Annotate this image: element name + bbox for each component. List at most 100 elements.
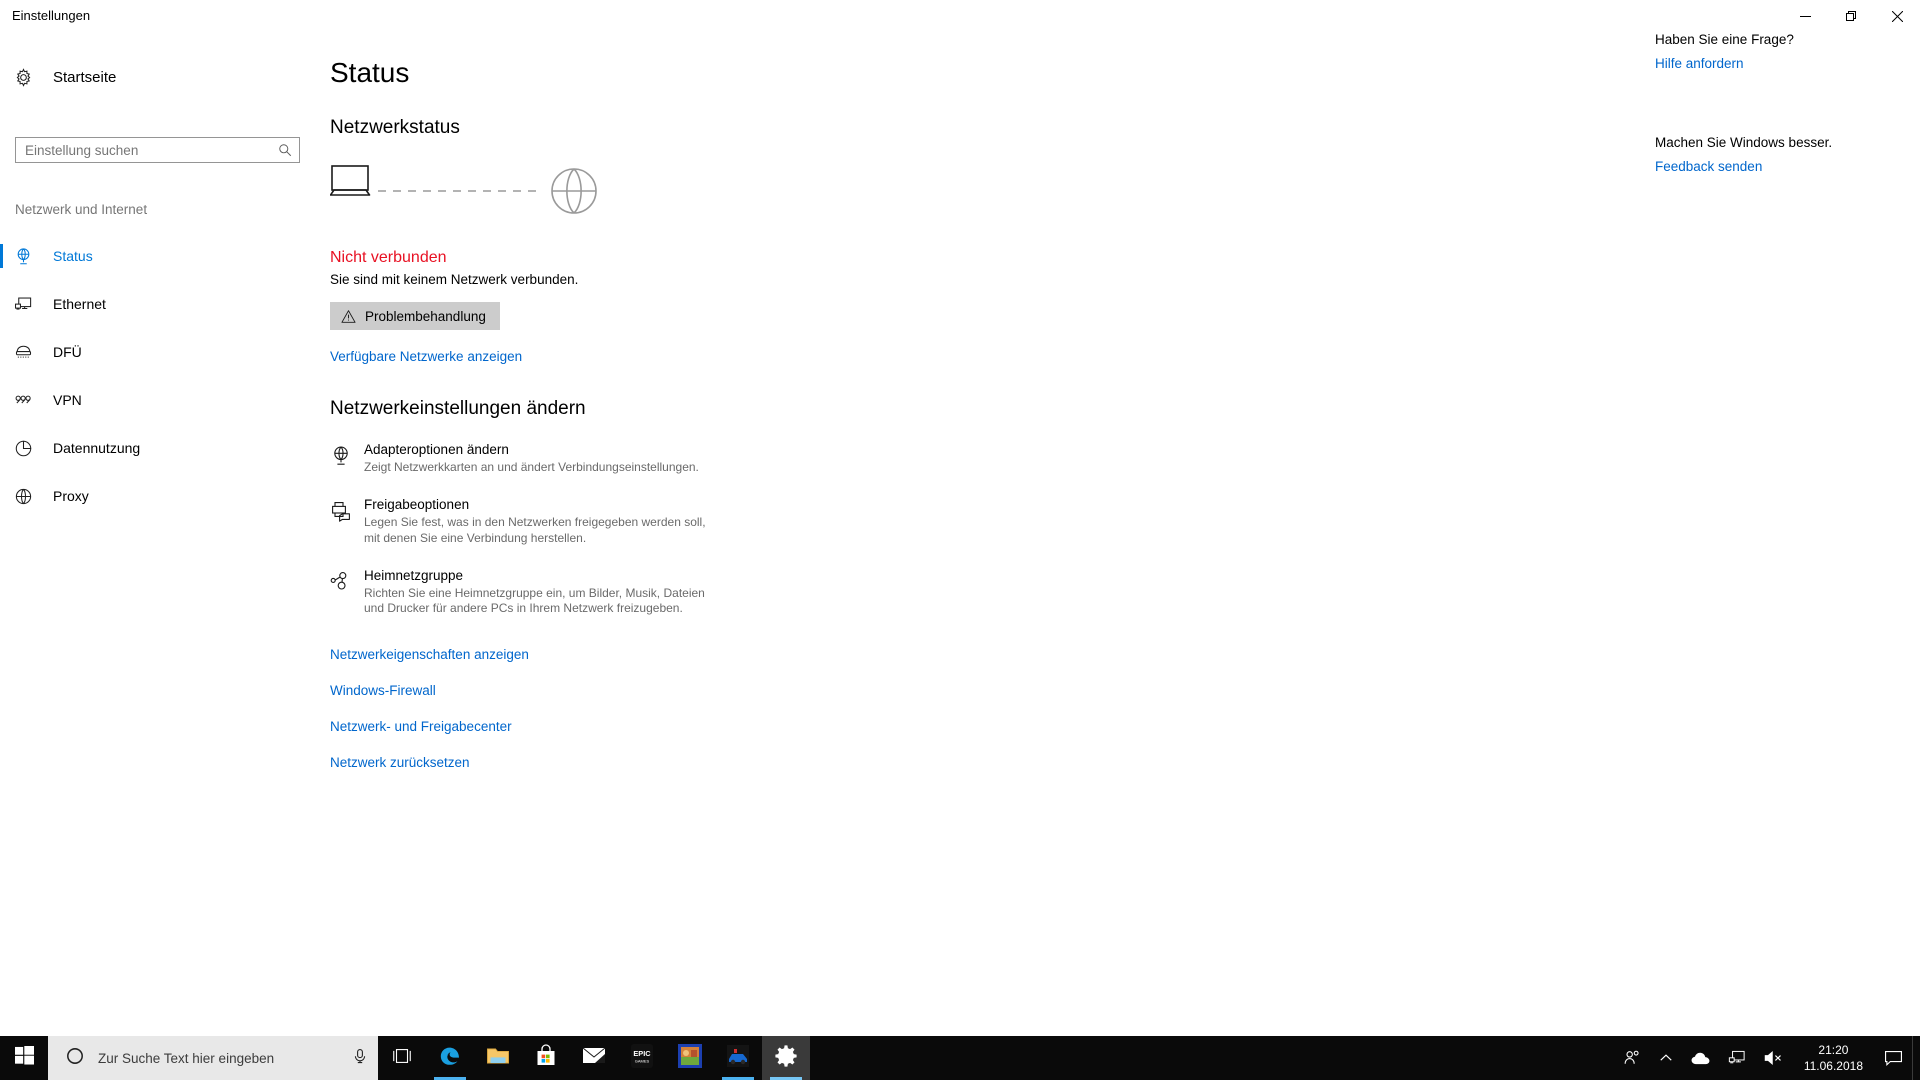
cortana-circle-icon bbox=[66, 1047, 84, 1070]
sidebar-item-home[interactable]: Startseite bbox=[0, 57, 330, 97]
sidebar-item-label: Status bbox=[53, 248, 93, 264]
connection-status-detail: Sie sind mit keinem Netzwerk verbunden. bbox=[330, 272, 579, 287]
taskbar-mail-button[interactable] bbox=[570, 1036, 618, 1080]
search-icon[interactable] bbox=[271, 138, 299, 162]
troubleshoot-button[interactable]: Problembehandlung bbox=[330, 302, 500, 330]
taskbar-edge-button[interactable] bbox=[426, 1036, 474, 1080]
clock-date: 11.06.2018 bbox=[1803, 1059, 1863, 1073]
homegroup-icon bbox=[330, 568, 364, 617]
setting-homegroup[interactable]: Heimnetzgruppe Richten Sie eine Heimnetz… bbox=[330, 568, 1590, 617]
globe-network-icon bbox=[14, 247, 46, 266]
sidebar-nav: Status Ethernet DFÜ VPN Datennutzung Pro… bbox=[0, 232, 330, 520]
network-status-diagram bbox=[330, 161, 630, 227]
connection-status: Nicht verbunden bbox=[330, 249, 447, 266]
page-title: Status bbox=[330, 57, 410, 88]
svg-text:EPIC: EPIC bbox=[633, 1049, 651, 1058]
mail-envelope-icon bbox=[582, 1046, 606, 1070]
folder-icon bbox=[486, 1045, 510, 1072]
sidebar-item-dfue[interactable]: DFÜ bbox=[0, 328, 330, 376]
sidebar-item-status[interactable]: Status bbox=[0, 232, 330, 280]
view-network-properties-link[interactable]: Netzwerkeigenschaften anzeigen bbox=[330, 647, 1590, 662]
search-input[interactable] bbox=[16, 138, 271, 162]
taskbar-search-placeholder: Zur Suche Text hier eingeben bbox=[98, 1050, 275, 1066]
sidebar-item-label: Ethernet bbox=[53, 296, 106, 312]
ethernet-icon[interactable] bbox=[1719, 1036, 1755, 1080]
help-title: Haben Sie eine Frage? bbox=[1655, 32, 1794, 47]
right-rail: Haben Sie eine Frage? Hilfe anfordern Ma… bbox=[1655, 32, 1905, 176]
network-status-heading: Netzwerkstatus bbox=[330, 117, 460, 138]
cloud-icon[interactable] bbox=[1682, 1036, 1719, 1080]
taskbar-file-explorer-button[interactable] bbox=[474, 1036, 522, 1080]
gear-icon bbox=[14, 67, 46, 87]
taskbar-game-tile-button[interactable] bbox=[666, 1036, 714, 1080]
adapter-globe-icon bbox=[330, 442, 364, 475]
sidebar-item-proxy[interactable]: Proxy bbox=[0, 472, 330, 520]
clock[interactable]: 21:20 11.06.2018 bbox=[1792, 1036, 1875, 1080]
get-help-link[interactable]: Hilfe anfordern bbox=[1655, 56, 1744, 71]
setting-title: Heimnetzgruppe bbox=[364, 568, 464, 584]
close-button[interactable] bbox=[1874, 0, 1920, 32]
edge-icon bbox=[438, 1044, 462, 1073]
send-feedback-link[interactable]: Feedback senden bbox=[1655, 159, 1762, 174]
setting-title: Freigabeoptionen bbox=[364, 497, 470, 513]
gear-icon bbox=[774, 1044, 798, 1073]
sidebar-category-label: Netzwerk und Internet bbox=[15, 202, 148, 217]
taskbar-store-button[interactable] bbox=[522, 1036, 570, 1080]
store-bag-icon bbox=[535, 1044, 557, 1072]
people-icon[interactable] bbox=[1614, 1036, 1650, 1080]
bottom-links: Netzwerkeigenschaften anzeigen Windows-F… bbox=[330, 647, 1590, 770]
taskbar-search-box[interactable]: Zur Suche Text hier eingeben bbox=[48, 1036, 378, 1080]
sidebar-item-datennutzung[interactable]: Datennutzung bbox=[0, 424, 330, 472]
microphone-icon[interactable] bbox=[352, 1048, 368, 1069]
taskbar-epic-games-button[interactable]: EPIC GAMES bbox=[618, 1036, 666, 1080]
sidebar-item-label: Proxy bbox=[53, 488, 89, 504]
globe-icon bbox=[14, 487, 46, 506]
help-group: Haben Sie eine Frage? Hilfe anfordern bbox=[1655, 32, 1905, 73]
setting-title: Adapteroptionen ändern bbox=[364, 442, 509, 457]
settings-window: Einstellungen Startseite Einstellung suc… bbox=[0, 0, 1920, 1036]
sidebar-item-vpn[interactable]: VPN bbox=[0, 376, 330, 424]
feedback-title: Machen Sie Windows besser. bbox=[1655, 135, 1833, 150]
task-view-icon bbox=[391, 1047, 413, 1070]
taskbar-settings-button[interactable] bbox=[762, 1036, 810, 1080]
sidebar-item-label: VPN bbox=[53, 392, 82, 408]
network-reset-link[interactable]: Netzwerk zurücksetzen bbox=[330, 755, 1590, 770]
start-button[interactable] bbox=[0, 1036, 48, 1080]
setting-description: Richten Sie eine Heimnetzgruppe ein, um … bbox=[364, 586, 705, 616]
svg-text:GAMES: GAMES bbox=[635, 1058, 650, 1063]
window-controls bbox=[1782, 0, 1920, 32]
setting-description: Legen Sie fest, was in den Netzwerken fr… bbox=[364, 515, 706, 545]
setting-adapter-options[interactable]: Adapteroptionen ändern Zeigt Netzwerkkar… bbox=[330, 442, 1590, 475]
sidebar-home-label: Startseite bbox=[53, 68, 117, 86]
speaker-muted-icon[interactable] bbox=[1755, 1036, 1792, 1080]
title-bar: Einstellungen bbox=[0, 0, 1920, 32]
window-title: Einstellungen bbox=[12, 8, 91, 23]
notification-bell-icon[interactable] bbox=[1875, 1036, 1912, 1080]
game-tile-icon bbox=[677, 1043, 703, 1074]
laptop-icon bbox=[330, 165, 371, 196]
taskbar-racing-game-button[interactable] bbox=[714, 1036, 762, 1080]
show-desktop-button[interactable] bbox=[1912, 1036, 1920, 1080]
sidebar-item-label: Datennutzung bbox=[53, 440, 141, 456]
settings-search-box[interactable] bbox=[15, 137, 300, 163]
windows-firewall-link[interactable]: Windows-Firewall bbox=[330, 683, 1590, 698]
clock-time: 21:20 bbox=[1818, 1042, 1849, 1057]
sidebar-item-ethernet[interactable]: Ethernet bbox=[0, 280, 330, 328]
network-sharing-center-link[interactable]: Netzwerk- und Freigabecenter bbox=[330, 719, 1590, 734]
maximize-restore-button[interactable] bbox=[1828, 0, 1874, 32]
pie-chart-icon bbox=[14, 439, 46, 458]
ethernet-icon bbox=[14, 295, 46, 314]
change-network-settings-heading: Netzwerkeinstellungen ändern bbox=[330, 398, 586, 419]
vpn-icon bbox=[14, 391, 46, 410]
setting-sharing-options[interactable]: Freigabeoptionen Legen Sie fest, was in … bbox=[330, 497, 1590, 546]
main-content: Status Netzwerkstatus Nicht verbunden Si… bbox=[330, 32, 1590, 770]
printer-share-icon bbox=[330, 497, 364, 546]
taskbar-task-view-button[interactable] bbox=[378, 1036, 426, 1080]
taskbar: Zur Suche Text hier eingeben EPIC GAMES … bbox=[0, 1036, 1920, 1080]
show-available-networks-link[interactable]: Verfügbare Netzwerke anzeigen bbox=[330, 349, 522, 364]
chevron-up-icon[interactable] bbox=[1650, 1036, 1682, 1080]
minimize-button[interactable] bbox=[1782, 0, 1828, 32]
warning-triangle-icon bbox=[341, 309, 356, 324]
globe-icon bbox=[551, 168, 597, 214]
troubleshoot-button-label: Problembehandlung bbox=[365, 308, 486, 324]
